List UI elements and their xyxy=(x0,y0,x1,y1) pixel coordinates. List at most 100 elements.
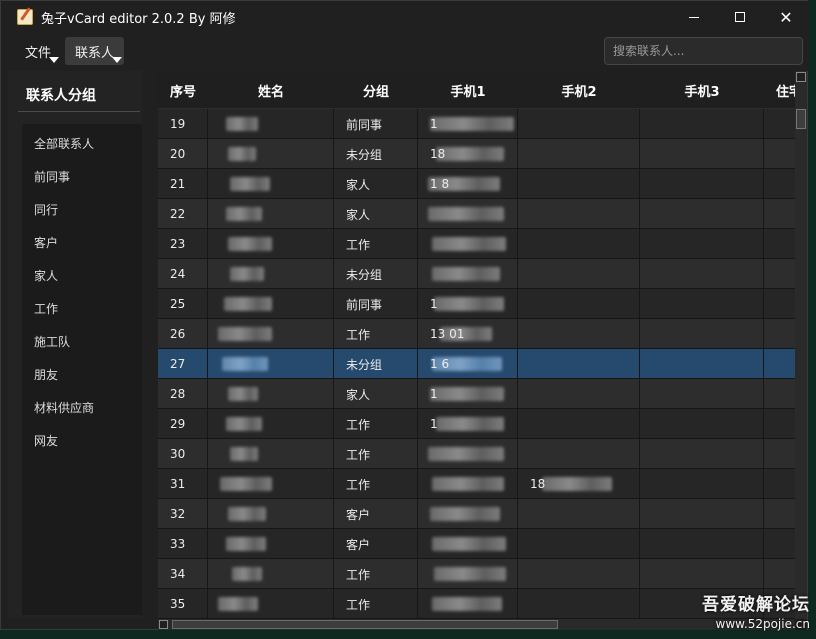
table-row[interactable]: 24 未分组 xyxy=(158,259,798,289)
phone2-cell xyxy=(518,499,640,529)
table-row[interactable]: 30 工作 xyxy=(158,439,798,469)
name-cell xyxy=(208,349,334,379)
column-header[interactable]: 分组 xyxy=(334,71,418,109)
row-number-cell-text: 20 xyxy=(170,147,186,161)
table-row[interactable]: 26 工作 13 01 xyxy=(158,319,798,349)
phone3-cell xyxy=(640,499,764,529)
group-item[interactable]: 朋友 xyxy=(22,361,142,387)
phone1-cell-text: 1 xyxy=(430,387,438,401)
group-item[interactable]: 全部联系人 xyxy=(22,130,142,156)
search-input[interactable] xyxy=(604,37,803,65)
group-cell-text: 前同事 xyxy=(346,297,383,312)
group-cell: 客户 xyxy=(334,529,418,559)
phone2-cell xyxy=(518,289,640,319)
contacts-table: 序号 姓名 分组 手机1 手机2 手机3 住宅 19 前同事 1 20 未分组 18 21 家人 1 8 22… xyxy=(158,71,807,630)
phone2-cell xyxy=(518,439,640,469)
contacts-menu-label: 联系人 xyxy=(75,45,115,61)
row-number-cell-text: 22 xyxy=(170,207,186,221)
close-button[interactable]: ✕ xyxy=(763,1,809,33)
table-row[interactable]: 20 未分组 18 xyxy=(158,139,798,169)
minimize-button[interactable] xyxy=(671,1,717,33)
phone3-cell xyxy=(640,439,764,469)
scroll-thumb[interactable] xyxy=(172,620,558,629)
name-cell xyxy=(208,199,334,229)
group-list[interactable]: 全部联系人前同事同行客户家人工作施工队朋友材料供应商网友 xyxy=(22,124,142,615)
row-number-cell-text: 26 xyxy=(170,327,186,341)
title-bar[interactable]: 兔子vCard editor 2.0.2 By 阿修 ✕ xyxy=(1,1,809,33)
column-header[interactable]: 手机1 xyxy=(418,71,518,109)
table-row[interactable]: 31 工作 18 xyxy=(158,469,798,499)
group-cell-text: 家人 xyxy=(346,387,371,402)
phone2-cell xyxy=(518,109,640,139)
row-number-cell: 26 xyxy=(158,319,208,349)
column-header[interactable]: 手机2 xyxy=(518,71,640,109)
row-number-cell: 23 xyxy=(158,229,208,259)
group-item[interactable]: 工作 xyxy=(22,295,142,321)
vertical-scrollbar[interactable] xyxy=(795,71,807,619)
group-cell-text: 工作 xyxy=(346,237,371,252)
file-menu-label: 文件 xyxy=(25,45,52,61)
column-header[interactable]: 姓名 xyxy=(208,71,334,109)
redacted-phone xyxy=(434,297,504,311)
column-header[interactable]: 手机3 xyxy=(640,71,764,109)
table-row[interactable]: 32 客户 xyxy=(158,499,798,529)
row-number-cell: 35 xyxy=(158,589,208,619)
group-cell-text: 工作 xyxy=(346,477,371,492)
group-item[interactable]: 施工队 xyxy=(22,328,142,354)
table-row[interactable]: 27 未分组 1 6 xyxy=(158,349,798,379)
redacted-phone xyxy=(432,237,506,251)
maximize-button[interactable] xyxy=(717,1,763,33)
row-number-cell: 31 xyxy=(158,469,208,499)
scroll-up-icon[interactable] xyxy=(796,72,806,82)
phone1-cell xyxy=(418,559,518,589)
redacted-name xyxy=(228,507,266,521)
phone2-cell xyxy=(518,259,640,289)
group-cell: 家人 xyxy=(334,199,418,229)
table-row[interactable]: 33 客户 xyxy=(158,529,798,559)
redacted-name xyxy=(224,297,272,311)
column-header[interactable]: 序号 xyxy=(158,71,208,109)
phone1-cell xyxy=(418,439,518,469)
table-row[interactable]: 23 工作 xyxy=(158,229,798,259)
phone1-cell: 1 xyxy=(418,109,518,139)
table-row[interactable]: 25 前同事 1 xyxy=(158,289,798,319)
group-cell: 工作 xyxy=(334,589,418,619)
phone3-cell xyxy=(640,229,764,259)
table-row[interactable]: 22 家人 xyxy=(158,199,798,229)
file-menu-button[interactable]: 文件 xyxy=(15,37,61,65)
group-item[interactable]: 前同事 xyxy=(22,163,142,189)
group-cell: 未分组 xyxy=(334,139,418,169)
row-number-cell: 33 xyxy=(158,529,208,559)
group-item[interactable]: 网友 xyxy=(22,427,142,453)
redacted-name xyxy=(220,477,272,491)
table-row[interactable]: 28 家人 1 xyxy=(158,379,798,409)
redacted-phone xyxy=(436,147,504,161)
group-cell-text: 家人 xyxy=(346,207,371,222)
group-item[interactable]: 家人 xyxy=(22,262,142,288)
phone2-cell xyxy=(518,199,640,229)
group-item[interactable]: 材料供应商 xyxy=(22,394,142,420)
phone1-cell-text: 1 8 xyxy=(430,177,450,191)
group-item[interactable]: 客户 xyxy=(22,229,142,255)
group-cell-text: 客户 xyxy=(346,507,371,522)
phone2-cell xyxy=(518,319,640,349)
name-cell xyxy=(208,289,334,319)
table-row[interactable]: 34 工作 xyxy=(158,559,798,589)
table-row[interactable]: 29 工作 1 xyxy=(158,409,798,439)
phone3-cell xyxy=(640,109,764,139)
group-cell: 工作 xyxy=(334,229,418,259)
redacted-phone xyxy=(430,387,504,401)
contacts-menu-button[interactable]: 联系人 xyxy=(65,37,125,65)
table-row[interactable]: 21 家人 1 8 xyxy=(158,169,798,199)
phone3-cell xyxy=(640,409,764,439)
redacted-phone xyxy=(430,507,500,521)
scroll-thumb[interactable] xyxy=(796,109,806,129)
redacted-name xyxy=(228,237,272,251)
scroll-left-icon[interactable] xyxy=(159,620,168,629)
phone2-cell: 18 xyxy=(518,469,640,499)
group-cell: 工作 xyxy=(334,319,418,349)
phone3-cell xyxy=(640,469,764,499)
group-item[interactable]: 同行 xyxy=(22,196,142,222)
divider xyxy=(18,111,140,112)
table-row[interactable]: 19 前同事 1 xyxy=(158,109,798,139)
